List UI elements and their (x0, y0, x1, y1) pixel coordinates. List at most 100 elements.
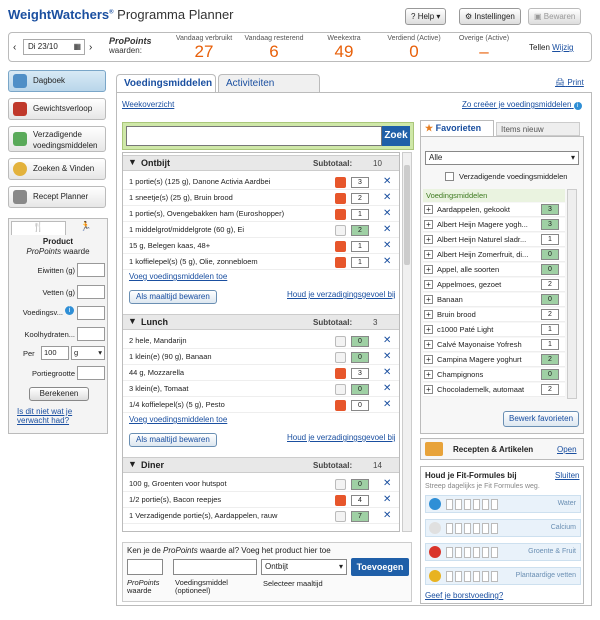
fit-check-box[interactable] (491, 571, 498, 582)
fit-check-box[interactable] (446, 571, 453, 582)
add-icon[interactable]: + (424, 385, 433, 394)
add-icon[interactable]: + (424, 235, 433, 244)
fav-item[interactable]: + Calvé Mayonaise Yofresh 1 (423, 338, 565, 352)
tab-calc-food[interactable]: 🍴 (11, 221, 66, 235)
remove-icon[interactable]: ✕ (383, 254, 391, 270)
list-scrollbar[interactable] (402, 152, 412, 532)
fit-check-box[interactable] (473, 499, 480, 510)
breastfeeding-link[interactable]: Geef je borstvoeding? (425, 591, 503, 600)
scrollbar-thumb[interactable] (404, 165, 410, 265)
fit-check-box[interactable] (455, 499, 462, 510)
sidebar-item-dagboek[interactable]: Dagboek (8, 70, 106, 92)
tab-voedingsmiddelen[interactable]: Voedingsmiddelen (116, 74, 216, 93)
prev-day-arrow[interactable]: ‹ (13, 42, 16, 53)
remove-icon[interactable]: ✕ (383, 174, 391, 190)
fit-check-box[interactable] (491, 499, 498, 510)
add-icon[interactable]: + (424, 220, 433, 229)
settings-button[interactable]: ⚙ Instellingen (459, 8, 521, 25)
fiber-input[interactable] (77, 306, 105, 320)
fav-item[interactable]: + Appelmoes, gezoet 2 (423, 278, 565, 292)
remove-icon[interactable]: ✕ (383, 365, 391, 381)
remove-icon[interactable]: ✕ (383, 508, 391, 524)
fit-check-box[interactable] (473, 571, 480, 582)
remove-icon[interactable]: ✕ (383, 476, 391, 492)
fit-check-box[interactable] (455, 571, 462, 582)
fav-item[interactable]: + Campina Magere yoghurt 2 (423, 353, 565, 367)
recipes-open-link[interactable]: Open (557, 445, 577, 454)
carbs-input[interactable] (77, 327, 105, 341)
fav-item[interactable]: + c1000 Paté Light 1 (423, 323, 565, 337)
filter-select[interactable]: Alle ▾ (425, 151, 579, 165)
calculate-button[interactable]: Berekenen (29, 387, 89, 401)
remove-icon[interactable]: ✕ (383, 349, 391, 365)
fit-check-box[interactable] (482, 547, 489, 558)
portion-input[interactable] (77, 366, 105, 380)
add-icon[interactable]: + (424, 325, 433, 334)
meal-select[interactable]: Ontbijt ▾ (261, 559, 347, 575)
remove-icon[interactable]: ✕ (383, 381, 391, 397)
tab-favorieten[interactable]: ★ Favorieten (420, 120, 494, 136)
track-satiety-link[interactable]: Houd je verzadigingsgevoel bij (287, 290, 396, 299)
add-icon[interactable]: + (424, 280, 433, 289)
date-picker[interactable]: Di 23/10 ▦ (23, 39, 85, 55)
fav-scrollbar[interactable] (567, 189, 577, 399)
fav-item[interactable]: + Champignons 0 (423, 368, 565, 382)
fit-close-link[interactable]: Sluiten (555, 471, 579, 480)
remove-icon[interactable]: ✕ (383, 206, 391, 222)
protein-input[interactable] (77, 263, 105, 277)
remove-icon[interactable]: ✕ (383, 238, 391, 254)
fit-check-box[interactable] (482, 571, 489, 582)
points-input[interactable] (127, 559, 163, 575)
fit-check-box[interactable] (482, 499, 489, 510)
add-icon[interactable]: + (424, 340, 433, 349)
add-icon[interactable]: + (424, 370, 433, 379)
food-name-input[interactable] (173, 559, 257, 575)
fav-item[interactable]: + Albert Heijn Naturel sladr... 1 (423, 233, 565, 247)
save-meal-button[interactable]: Als maaltijd bewaren (129, 433, 217, 447)
change-link[interactable]: Wijzig (552, 43, 573, 52)
fit-check-box[interactable] (464, 547, 471, 558)
fat-input[interactable] (77, 285, 105, 299)
add-icon[interactable]: + (424, 205, 433, 214)
add-icon[interactable]: + (424, 295, 433, 304)
edit-favorites-button[interactable]: Bewerk favorieten (503, 411, 579, 427)
print-link[interactable]: 🖨 Print (555, 78, 584, 87)
collapse-icon[interactable]: ▼ (128, 157, 137, 167)
week-overview-link[interactable]: Weekoverzicht (122, 100, 174, 109)
sidebar-item-recept[interactable]: Recept Planner (8, 186, 106, 208)
search-button[interactable]: Zoek (382, 126, 410, 146)
fit-check-box[interactable] (464, 499, 471, 510)
collapse-icon[interactable]: ▼ (128, 459, 137, 469)
remove-icon[interactable]: ✕ (383, 190, 391, 206)
save-meal-button[interactable]: Als maaltijd bewaren (129, 290, 217, 304)
sidebar-item-verzadigende[interactable]: Verzadigende voedingsmiddelen (8, 126, 106, 152)
remove-icon[interactable]: ✕ (383, 397, 391, 413)
fit-check-box[interactable] (491, 523, 498, 534)
fav-item[interactable]: + Aardappelen, gekookt 3 (423, 203, 565, 217)
remove-icon[interactable]: ✕ (383, 222, 391, 238)
unit-select[interactable]: g ▾ (71, 346, 105, 360)
help-button[interactable]: ? Help ▾ (405, 8, 447, 25)
fav-item[interactable]: + Bruin brood 2 (423, 308, 565, 322)
track-satiety-link[interactable]: Houd je verzadigingsgevoel bij (287, 433, 396, 442)
collapse-icon[interactable]: ▼ (128, 316, 137, 326)
fit-check-box[interactable] (446, 499, 453, 510)
create-food-link[interactable]: Zo creëer je voedingsmiddelen i (462, 100, 582, 110)
remove-icon[interactable]: ✕ (383, 492, 391, 508)
fit-check-box[interactable] (464, 571, 471, 582)
add-icon[interactable]: + (424, 265, 433, 274)
info-icon[interactable]: i (65, 306, 74, 315)
add-icon[interactable]: + (424, 250, 433, 259)
remove-icon[interactable]: ✕ (383, 333, 391, 349)
tab-items-nieuw[interactable]: Items nieuw (496, 122, 580, 136)
fit-check-box[interactable] (482, 523, 489, 534)
tab-activiteiten[interactable]: Activiteiten (218, 74, 320, 92)
help-link[interactable]: Is dit niet wat je verwacht had? (17, 407, 103, 425)
fit-check-box[interactable] (491, 547, 498, 558)
fav-item[interactable]: + Chocolademelk, automaat 2 (423, 383, 565, 397)
add-icon[interactable]: + (424, 355, 433, 364)
add-icon[interactable]: + (424, 310, 433, 319)
fav-item[interactable]: + Appel, alle soorten 0 (423, 263, 565, 277)
fit-check-box[interactable] (455, 523, 462, 534)
fit-check-box[interactable] (446, 523, 453, 534)
